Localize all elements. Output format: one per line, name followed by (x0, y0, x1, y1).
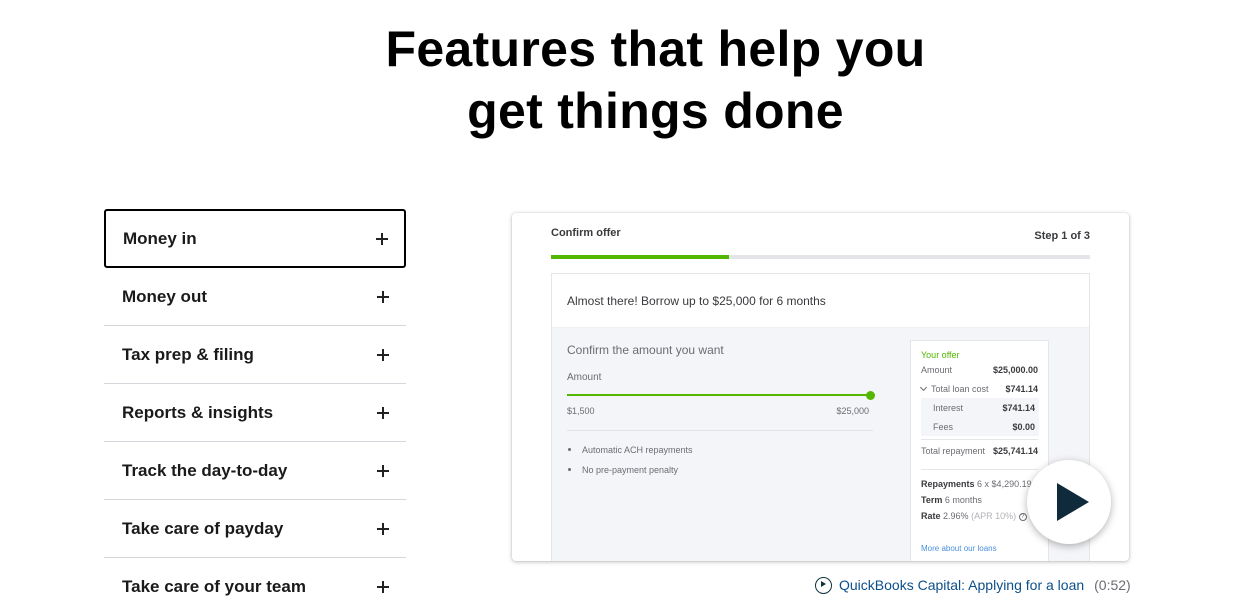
plus-icon (377, 348, 389, 361)
offer-terms: Repayments 6 x $4,290.19 Term 6 months R… (921, 469, 1038, 524)
divider (567, 430, 873, 431)
preview-header: Confirm offer Step 1 of 3 (551, 227, 1090, 255)
term-line: Term 6 months (921, 492, 1038, 508)
accordion-item-tax-prep[interactable]: Tax prep & filing (104, 326, 406, 384)
offer-row-value: $25,741.14 (992, 445, 1038, 456)
accordion-item-label: Money out (122, 286, 207, 306)
feature-bullets: Automatic ACH repayments No pre-payment … (567, 445, 875, 485)
offer-row-label: Total repayment (921, 445, 986, 456)
offer-row-amount: Amount $25,000.00 (921, 360, 1038, 379)
offer-row-total-loan-cost: Total loan cost $741.14 (919, 379, 1038, 398)
amount-label: Amount (567, 372, 602, 383)
play-video-button[interactable] (1027, 460, 1111, 544)
plus-icon (377, 290, 389, 303)
slider-track (567, 394, 871, 396)
offer-row-label: Fees (933, 421, 954, 432)
accordion-item-day-to-day[interactable]: Track the day-to-day (104, 442, 406, 500)
term-value: 6 months (944, 495, 982, 505)
progress-track (551, 255, 1090, 259)
accordion-item-money-in[interactable]: Money in (104, 209, 406, 268)
offer-row-label: Interest (933, 402, 964, 413)
repayments-line: Repayments 6 x $4,290.19 (921, 476, 1038, 492)
offer-row-fees: Fees $0.00 (921, 417, 1039, 436)
term-label: Term (921, 495, 943, 505)
offer-card-body: Confirm the amount you want Amount $1,50… (552, 328, 1089, 561)
amount-slider (567, 391, 875, 400)
plus-icon (377, 406, 389, 419)
play-icon (1056, 483, 1089, 521)
range-max: $25,000 (836, 406, 869, 416)
accordion-item-label: Money in (123, 228, 197, 248)
amount-section: Confirm the amount you want Amount $1,50… (567, 343, 875, 485)
headline-line-1: Features that help you (385, 21, 926, 77)
rate-line: Rate 2.96% (APR 10%) ? (921, 508, 1038, 524)
chevron-down-icon (919, 383, 928, 391)
range-min: $1,500 (567, 406, 595, 416)
your-offer-panel: Your offer Amount $25,000.00 Total loan … (910, 340, 1049, 561)
rate-value: 2.96% (943, 511, 969, 521)
accordion-item-reports[interactable]: Reports & insights (104, 384, 406, 442)
list-item: No pre-payment penalty (567, 465, 875, 485)
accordion-item-label: Tax prep & filing (122, 344, 254, 364)
accordion-item-payday[interactable]: Take care of payday (104, 500, 406, 558)
accordion-item-label: Track the day-to-day (122, 460, 288, 480)
headline-line-2: get things done (467, 83, 844, 139)
features-accordion: Money in Money out Tax prep & filing Rep… (104, 209, 406, 609)
plus-icon (377, 522, 389, 535)
offer-title: Your offer (921, 350, 960, 360)
list-item: Automatic ACH repayments (567, 445, 875, 465)
offer-row-value: $25,000.00 (992, 364, 1038, 375)
plus-icon (376, 232, 388, 245)
offer-row-total-repayment: Total repayment $25,741.14 (921, 439, 1038, 461)
repayments-value: 6 x $4,290.19 (977, 479, 1032, 489)
slider-handle (866, 391, 875, 400)
video-duration: (0:52) (1094, 577, 1131, 593)
offer-card: Almost there! Borrow up to $25,000 for 6… (551, 273, 1090, 561)
more-about-loans-link: More about our loans (921, 544, 997, 553)
plus-icon (377, 580, 389, 593)
help-icon: ? (1018, 512, 1027, 521)
page-headline: Features that help you get things done (0, 18, 1248, 142)
apr-value: (APR 10%) (971, 511, 1017, 521)
offer-row-label-text: Total loan cost (931, 383, 989, 394)
video-caption-link[interactable]: QuickBooks Capital: Applying for a loan (839, 577, 1084, 593)
accordion-item-money-out[interactable]: Money out (104, 268, 406, 326)
offer-row-value: $0.00 (1012, 421, 1035, 432)
progress-fill (551, 255, 729, 259)
offer-card-title: Almost there! Borrow up to $25,000 for 6… (552, 274, 1089, 328)
repayments-label: Repayments (921, 479, 975, 489)
confirm-amount-label: Confirm the amount you want (567, 343, 724, 357)
video-caption: QuickBooks Capital: Applying for a loan … (815, 576, 1131, 594)
offer-row-value: $741.14 (1002, 402, 1035, 413)
accordion-item-label: Take care of payday (122, 518, 284, 538)
rate-label: Rate (921, 511, 941, 521)
accordion-item-label: Take care of your team (122, 576, 306, 596)
preview-title: Confirm offer (551, 227, 621, 239)
offer-row-value: $741.14 (1005, 383, 1038, 394)
slider-range: $1,500 $25,000 (567, 406, 875, 418)
offer-row-label: Total loan cost (919, 383, 989, 394)
accordion-item-team[interactable]: Take care of your team (104, 558, 406, 609)
offer-row-interest: Interest $741.14 (921, 398, 1039, 417)
plus-icon (377, 464, 389, 477)
play-circle-icon[interactable] (815, 576, 832, 594)
offer-row-label: Amount (921, 364, 953, 375)
preview-step: Step 1 of 3 (1034, 230, 1090, 242)
accordion-item-label: Reports & insights (122, 402, 274, 422)
